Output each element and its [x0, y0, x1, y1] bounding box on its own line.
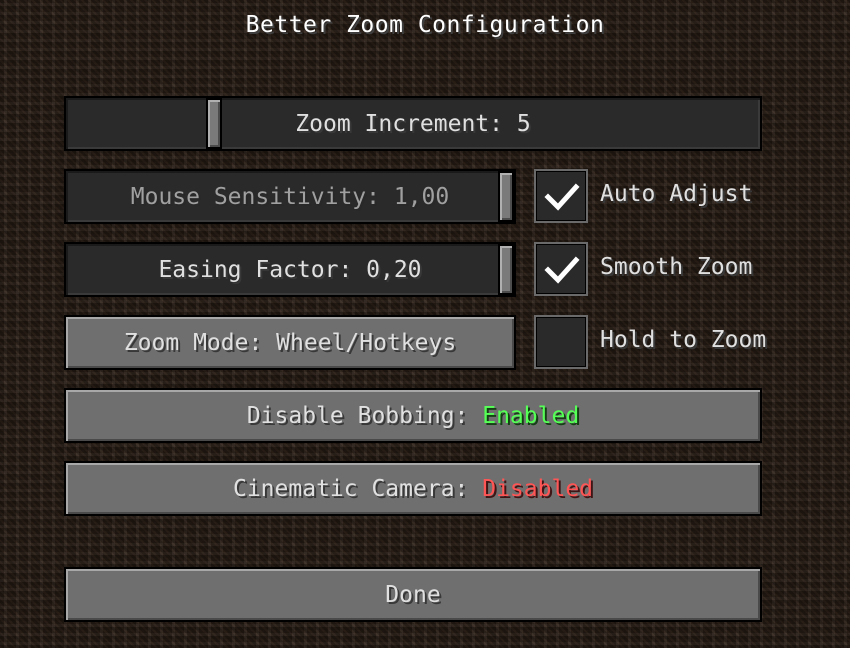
cinematic-camera-button[interactable]: Cinematic Camera: Disabled	[64, 461, 762, 516]
zoom-mode-label: Zoom Mode: Wheel/Hotkeys	[123, 329, 457, 356]
smooth-zoom-checkbox[interactable]	[534, 242, 588, 296]
done-label: Done	[385, 581, 441, 608]
hold-to-zoom-label: Hold to Zoom	[600, 327, 767, 353]
cinematic-camera-state: Disabled	[482, 475, 594, 502]
disable-bobbing-prefix: Disable Bobbing:	[246, 402, 483, 429]
easing-factor-slider[interactable]: Easing Factor: 0,20	[64, 242, 516, 297]
cinematic-camera-prefix: Cinematic Camera:	[232, 475, 483, 502]
hold-to-zoom-checkbox[interactable]	[534, 315, 588, 369]
zoom-mode-button[interactable]: Zoom Mode: Wheel/Hotkeys	[64, 315, 516, 370]
mouse-sensitivity-slider[interactable]: Mouse Sensitivity: 1,00	[64, 169, 516, 224]
zoom-increment-label: Zoom Increment: 5	[295, 110, 531, 137]
screen-title: Better Zoom Configuration	[245, 12, 605, 38]
disable-bobbing-state: Enabled	[482, 402, 580, 429]
smooth-zoom-label: Smooth Zoom	[600, 254, 753, 280]
easing-factor-label: Easing Factor: 0,20	[158, 256, 422, 283]
checkmark-icon	[544, 256, 580, 284]
disable-bobbing-button[interactable]: Disable Bobbing: Enabled	[64, 388, 762, 443]
zoom-increment-slider[interactable]: Zoom Increment: 5	[64, 96, 762, 151]
mouse-sensitivity-label: Mouse Sensitivity: 1,00	[130, 183, 450, 210]
checkmark-icon	[544, 183, 580, 211]
auto-adjust-checkbox[interactable]	[534, 169, 588, 223]
done-button[interactable]: Done	[64, 567, 762, 622]
auto-adjust-label: Auto Adjust	[600, 181, 753, 207]
